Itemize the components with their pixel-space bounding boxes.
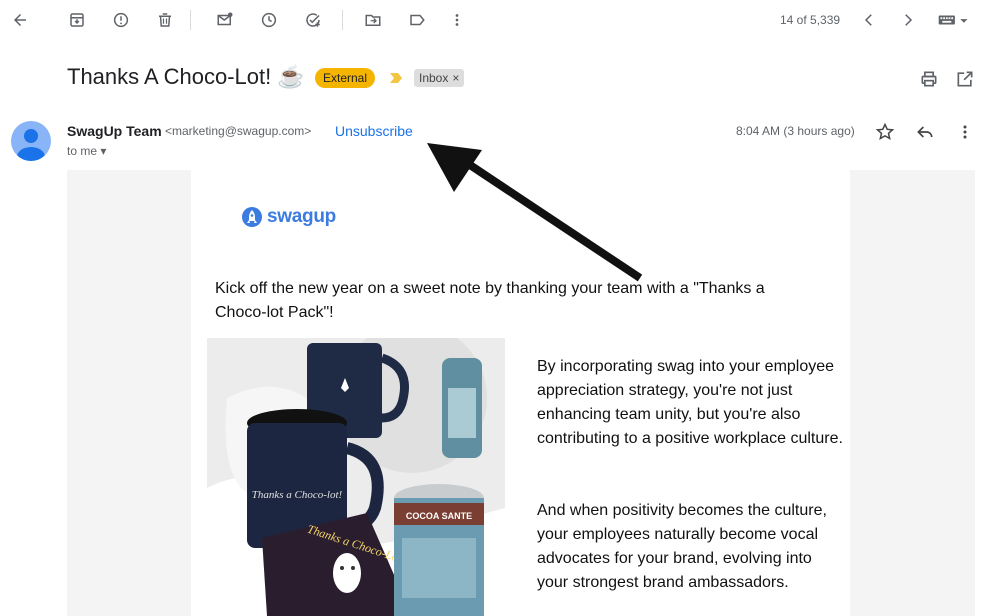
inbox-label-text: Inbox — [419, 71, 449, 85]
open-in-new-window-icon[interactable] — [954, 68, 976, 90]
move-to-icon[interactable] — [363, 10, 383, 30]
sender-name[interactable]: SwagUp Team — [67, 123, 162, 139]
recipient-label: to me — [67, 144, 98, 158]
paragraph-appreciation: By incorporating swag into your employee… — [537, 358, 843, 447]
swagup-rocket-icon — [242, 207, 262, 227]
sender-row: SwagUp Team <marketing@swagup.com> Unsub… — [0, 118, 993, 168]
back-arrow-icon[interactable] — [10, 10, 30, 30]
message-time: 8:04 AM (3 hours ago) — [736, 124, 855, 138]
recipient-details-toggle[interactable]: to me ▾ — [67, 144, 106, 158]
toolbar-divider — [342, 10, 343, 30]
add-task-icon[interactable] — [303, 10, 323, 30]
toolbar-divider — [190, 10, 191, 30]
mark-unread-icon[interactable] — [215, 10, 235, 30]
sender-email: <marketing@swagup.com> — [165, 124, 312, 138]
chevron-down-icon: ▾ — [100, 144, 107, 158]
important-marker-icon[interactable] — [389, 72, 403, 84]
paragraph-ambassadors: And when positivity becomes the culture,… — [537, 502, 827, 591]
archive-icon[interactable] — [67, 10, 87, 30]
mug-text: Thanks a Choco-lot! — [252, 489, 343, 501]
star-icon[interactable] — [874, 121, 896, 143]
chevron-right-icon[interactable] — [898, 10, 918, 30]
reply-icon[interactable] — [914, 121, 936, 143]
snooze-icon[interactable] — [259, 10, 279, 30]
unsubscribe-link[interactable]: Unsubscribe — [335, 123, 413, 139]
keyboard-icon[interactable] — [936, 10, 972, 30]
label-icon[interactable] — [407, 10, 427, 30]
swagup-logo[interactable]: swagup — [241, 206, 336, 228]
chevron-left-icon[interactable] — [859, 10, 879, 30]
pager-count: 14 of 5,339 — [780, 13, 841, 27]
external-badge: External — [315, 68, 376, 88]
inbox-label-chip: Inbox × — [414, 69, 465, 87]
subject-row: Thanks A Choco-Lot! ☕ External Inbox × — [0, 60, 993, 96]
more-vert-icon[interactable] — [447, 10, 467, 30]
logo-text: swagup — [267, 206, 336, 227]
more-options-icon[interactable] — [954, 121, 976, 143]
remove-label-button[interactable]: × — [452, 71, 459, 85]
print-icon[interactable] — [918, 68, 940, 90]
can-text: COCOA SANTE — [406, 511, 472, 521]
product-photo: Thanks a Choco-lot! Thanks a Choco-Lot! … — [207, 338, 505, 616]
email-subject: Thanks A Choco-Lot! ☕ — [67, 64, 305, 89]
intro-text: Kick off the new year on a sweet note by… — [215, 280, 765, 321]
avatar[interactable] — [11, 121, 51, 161]
report-spam-icon[interactable] — [111, 10, 131, 30]
delete-icon[interactable] — [155, 10, 175, 30]
toolbar: 14 of 5,339 — [0, 0, 993, 40]
